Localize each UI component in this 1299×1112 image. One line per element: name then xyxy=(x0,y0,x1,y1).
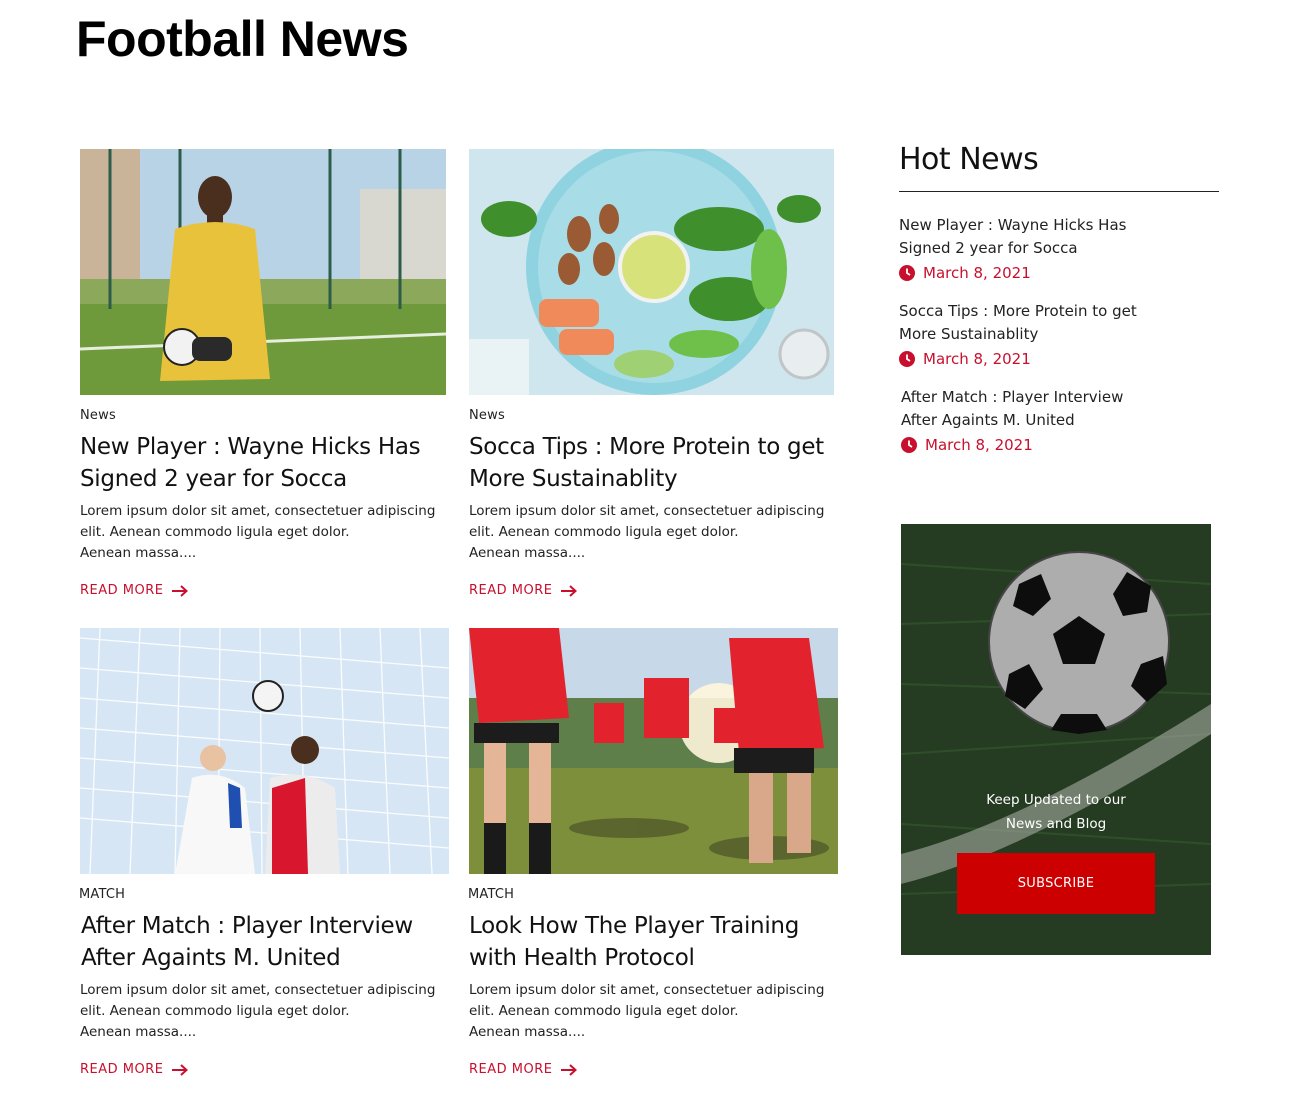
subscribe-text: Keep Updated to our News and Blog xyxy=(901,788,1211,836)
clock-icon xyxy=(901,437,917,453)
article-category: MATCH xyxy=(79,887,126,902)
article-card: MATCH Look How The Player Training with … xyxy=(468,628,839,1078)
article-title[interactable]: New Player : Wayne Hicks Has Signed 2 ye… xyxy=(80,431,446,495)
page-title: Football News xyxy=(76,11,409,67)
article-category: News xyxy=(80,408,116,423)
article-category: News xyxy=(469,408,505,423)
clock-icon xyxy=(899,265,915,281)
subscribe-box: Keep Updated to our News and Blog SUBSCR… xyxy=(901,524,1211,955)
date-label: March 8, 2021 xyxy=(923,264,1031,282)
read-more-link[interactable]: READ MORE xyxy=(80,583,189,598)
article-excerpt: Lorem ipsum dolor sit amet, consectetuer… xyxy=(80,501,450,564)
article-excerpt: Lorem ipsum dolor sit amet, consectetuer… xyxy=(80,980,450,1043)
read-more-label: READ MORE xyxy=(469,583,553,598)
article-title[interactable]: Socca Tips : More Protein to get More Su… xyxy=(469,431,834,495)
excerpt-line: Lorem ipsum dolor sit amet, consectetuer… xyxy=(80,503,436,519)
hot-news-item-title[interactable]: Socca Tips : More Protein to get More Su… xyxy=(899,300,1159,346)
excerpt-line: Lorem ipsum dolor sit amet, consectetuer… xyxy=(469,503,825,519)
arrow-right-icon xyxy=(561,584,578,597)
hot-news-item-date: March 8, 2021 xyxy=(899,350,1159,368)
hot-news-title: Hot News xyxy=(899,142,1219,192)
read-more-link[interactable]: READ MORE xyxy=(80,1062,189,1077)
hot-news-item: Socca Tips : More Protein to get More Su… xyxy=(899,300,1159,368)
excerpt-line: elit. Aenean commodo ligula eget dolor. xyxy=(469,1003,739,1019)
read-more-label: READ MORE xyxy=(80,583,164,598)
article-category: MATCH xyxy=(468,887,515,902)
hot-news-item: After Match : Player Interview After Aga… xyxy=(901,386,1161,454)
article-card: News Socca Tips : More Protein to get Mo… xyxy=(469,149,834,599)
hot-news-item-title[interactable]: After Match : Player Interview After Aga… xyxy=(901,386,1161,432)
article-title[interactable]: After Match : Player Interview After Aga… xyxy=(81,910,449,974)
article-excerpt: Lorem ipsum dolor sit amet, consectetuer… xyxy=(469,980,839,1043)
excerpt-line: elit. Aenean commodo ligula eget dolor. xyxy=(80,1003,350,1019)
article-card: MATCH After Match : Player Interview Aft… xyxy=(79,628,450,1078)
subscribe-button[interactable]: SUBSCRIBE xyxy=(957,853,1155,914)
header-duel-photo[interactable] xyxy=(80,628,449,874)
excerpt-line: Aenean massa.... xyxy=(469,545,586,561)
excerpt-line: Aenean massa.... xyxy=(80,1024,197,1040)
training-photo[interactable] xyxy=(469,628,838,874)
read-more-label: READ MORE xyxy=(469,1062,553,1077)
clock-icon xyxy=(899,351,915,367)
hot-news-sidebar: Hot News New Player : Wayne Hicks Has Si… xyxy=(899,142,1219,454)
hot-news-item-title[interactable]: New Player : Wayne Hicks Has Signed 2 ye… xyxy=(899,214,1159,260)
date-label: March 8, 2021 xyxy=(923,350,1031,368)
article-excerpt: Lorem ipsum dolor sit amet, consectetuer… xyxy=(469,501,839,564)
goalkeeper-photo[interactable] xyxy=(80,149,446,395)
excerpt-line: Lorem ipsum dolor sit amet, consectetuer… xyxy=(469,982,825,998)
read-more-link[interactable]: READ MORE xyxy=(469,583,578,598)
article-card: News New Player : Wayne Hicks Has Signed… xyxy=(80,149,446,599)
excerpt-line: elit. Aenean commodo ligula eget dolor. xyxy=(80,524,350,540)
arrow-right-icon xyxy=(172,584,189,597)
hot-news-item: New Player : Wayne Hicks Has Signed 2 ye… xyxy=(899,214,1159,282)
arrow-right-icon xyxy=(172,1063,189,1076)
healthy-food-photo[interactable] xyxy=(469,149,834,395)
hot-news-item-date: March 8, 2021 xyxy=(899,264,1159,282)
excerpt-line: Aenean massa.... xyxy=(469,1024,586,1040)
article-title[interactable]: Look How The Player Training with Health… xyxy=(469,910,838,974)
excerpt-line: elit. Aenean commodo ligula eget dolor. xyxy=(469,524,739,540)
hot-news-item-date: March 8, 2021 xyxy=(901,436,1161,454)
read-more-link[interactable]: READ MORE xyxy=(469,1062,578,1077)
excerpt-line: Aenean massa.... xyxy=(80,545,197,561)
arrow-right-icon xyxy=(561,1063,578,1076)
excerpt-line: Lorem ipsum dolor sit amet, consectetuer… xyxy=(80,982,436,998)
subscribe-line: Keep Updated to our xyxy=(986,792,1126,808)
subscribe-line: News and Blog xyxy=(1005,816,1107,832)
read-more-label: READ MORE xyxy=(80,1062,164,1077)
date-label: March 8, 2021 xyxy=(925,436,1033,454)
